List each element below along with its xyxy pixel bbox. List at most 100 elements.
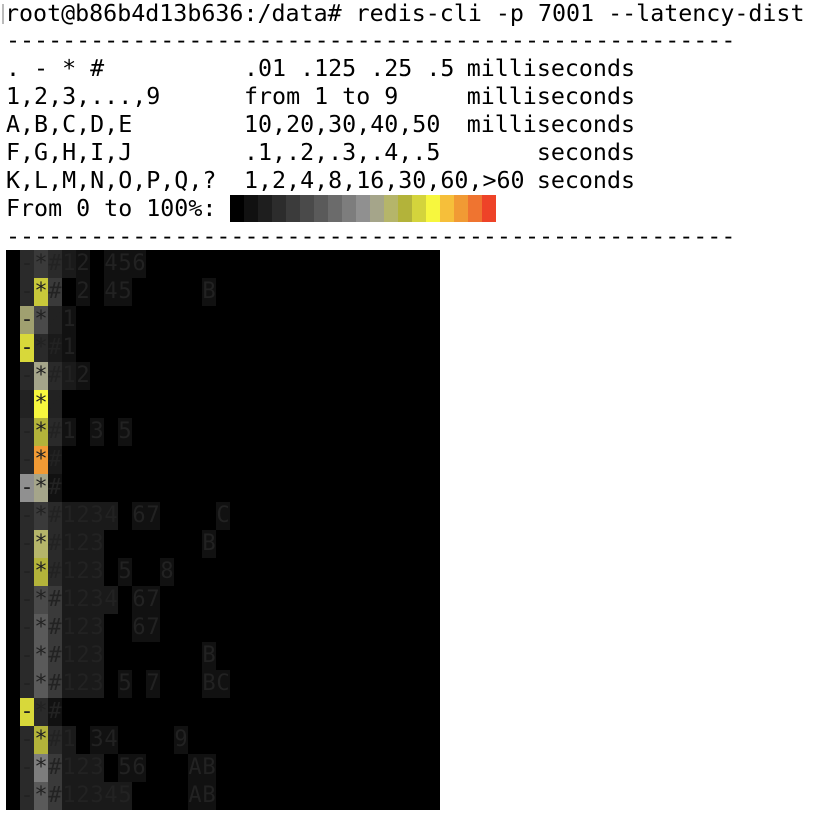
histogram-cell: *: [34, 726, 48, 754]
histogram-cell: -: [20, 614, 34, 642]
histogram-row: - * #1 2 3 4 67 C: [6, 502, 440, 530]
histogram-cell: [118, 586, 132, 614]
histogram-cell: 5: [118, 558, 132, 586]
histogram-row: - * #: [6, 390, 440, 418]
histogram-cell: [160, 642, 174, 670]
legend-symbols: K,L,M,N,O,P,Q,?: [6, 167, 217, 194]
histogram-cell: [174, 530, 188, 558]
scale-swatch: [356, 195, 370, 222]
histogram-cell: #: [48, 418, 62, 446]
histogram-cell: 1: [62, 614, 76, 642]
histogram-cell: [132, 278, 146, 306]
separator-top: ----------------------------------------…: [6, 27, 736, 54]
histogram-cell: -: [20, 362, 34, 390]
histogram-cell: #: [48, 698, 62, 726]
histogram-cell: #: [48, 250, 62, 278]
legend-symbols: . - * #: [6, 55, 105, 82]
histogram-cell: *: [34, 530, 48, 558]
histogram-cell: 7: [146, 614, 160, 642]
histogram-cell: #: [48, 306, 62, 334]
histogram-cell: [188, 642, 202, 670]
histogram-cell: *: [34, 474, 48, 502]
histogram-row: - * #1 3 5: [6, 418, 440, 446]
histogram-cell: 6: [132, 614, 146, 642]
histogram-cell: [160, 278, 174, 306]
histogram-cell: 1: [62, 754, 76, 782]
histogram-cell: 3: [90, 558, 104, 586]
histogram-cell: 8: [160, 558, 174, 586]
histogram-cell: [160, 530, 174, 558]
histogram-cell: #: [48, 390, 62, 418]
histogram-cell: [146, 278, 160, 306]
legend-symbols: A,B,C,D,E: [6, 111, 133, 138]
histogram-cell: 1: [62, 558, 76, 586]
histogram-cell: 2: [76, 558, 90, 586]
histogram-cell: 1: [62, 642, 76, 670]
histogram-cell: -: [20, 782, 34, 810]
histogram-cell: 3: [90, 670, 104, 698]
histogram-cell: [174, 278, 188, 306]
histogram-cell: [118, 642, 132, 670]
histogram-cell: *: [34, 306, 48, 334]
scale-swatch: [328, 195, 342, 222]
histogram-cell: B: [202, 278, 216, 306]
histogram-cell: [146, 530, 160, 558]
histogram-cell: 1: [62, 726, 76, 754]
histogram-cell: -: [20, 754, 34, 782]
histogram-cell: -: [20, 474, 34, 502]
histogram-cell: [118, 530, 132, 558]
histogram-cell: *: [34, 782, 48, 810]
histogram-row: - * #1 2 3 B: [6, 530, 440, 558]
histogram-cell: 2: [76, 614, 90, 642]
histogram-row: - * #1: [6, 306, 440, 334]
histogram-cell: #: [48, 670, 62, 698]
scale-swatch: [300, 195, 314, 222]
histogram-cell: *: [34, 418, 48, 446]
histogram-cell: 1: [62, 670, 76, 698]
histogram-cell: -: [20, 334, 34, 362]
prompt-text: root@b86b4d13b636:/data# redis-cli -p 70…: [5, 0, 805, 27]
histogram-cell: 1: [62, 418, 76, 446]
histogram-cell: 6: [132, 754, 146, 782]
histogram-cell: [146, 642, 160, 670]
histogram-cell: #: [48, 614, 62, 642]
histogram-cell: [174, 754, 188, 782]
histogram-cell: 6: [132, 502, 146, 530]
histogram-cell: [90, 250, 104, 278]
histogram-cell: -: [20, 446, 34, 474]
histogram-cell: 5: [118, 670, 132, 698]
histogram-cell: 3: [90, 754, 104, 782]
histogram-cell: [146, 558, 160, 586]
histogram-cell: [76, 418, 90, 446]
histogram-cell: [188, 278, 202, 306]
scale-swatch: [384, 195, 398, 222]
histogram-row: - * # 2 45 B: [6, 278, 440, 306]
histogram-cell: 2: [76, 502, 90, 530]
histogram-row: - * #1 2 3 4 5 AB: [6, 782, 440, 810]
histogram-cell: *: [34, 250, 48, 278]
histogram-cell: [104, 558, 118, 586]
histogram-cell: B: [202, 642, 216, 670]
terminal-window[interactable]: root@b86b4d13b636:/data# redis-cli -p 70…: [0, 0, 828, 814]
histogram-cell: 6: [132, 250, 146, 278]
histogram-cell: 3: [90, 418, 104, 446]
legend-unit: seconds: [536, 167, 635, 194]
histogram-cell: [76, 726, 90, 754]
legend-values: 10,20,30,40,50: [244, 111, 441, 138]
histogram-cell: *: [34, 558, 48, 586]
histogram-cell: 4: [104, 502, 118, 530]
histogram-cell: *: [34, 754, 48, 782]
scale-swatch: [412, 195, 426, 222]
histogram-cell: *: [34, 698, 48, 726]
histogram-cell: [160, 726, 174, 754]
histogram-row: - * #1 34 9: [6, 726, 440, 754]
histogram-cell: A: [188, 782, 202, 810]
histogram-cell: *: [34, 586, 48, 614]
histogram-cell: #: [48, 334, 62, 362]
scale-swatch: [286, 195, 300, 222]
histogram-cell: B: [202, 530, 216, 558]
cursor-marker-icon: [2, 4, 4, 24]
legend-values: 1,2,4,8,16,30,60,>60: [244, 167, 525, 194]
histogram-row: - * #1: [6, 334, 440, 362]
histogram-cell: [174, 670, 188, 698]
